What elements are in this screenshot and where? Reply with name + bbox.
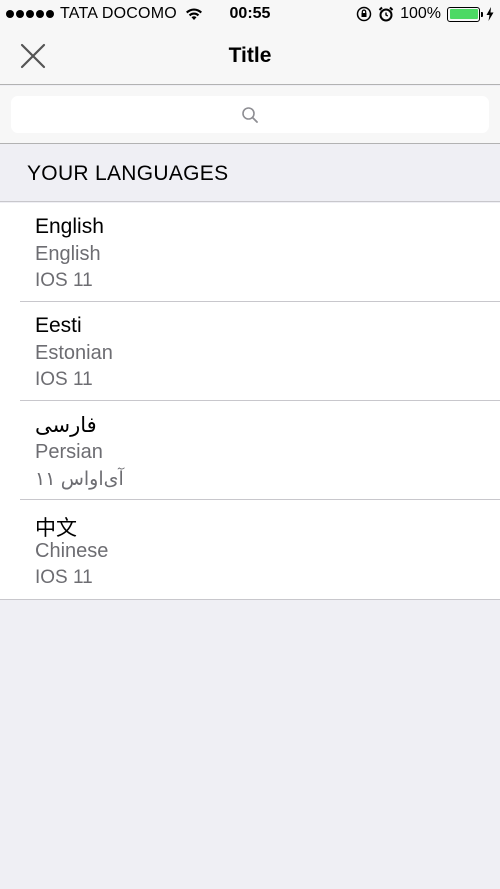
language-english-name: Persian bbox=[35, 441, 103, 463]
language-english-name: Chinese bbox=[35, 540, 109, 562]
status-right: 100% bbox=[356, 5, 494, 23]
orientation-lock-icon bbox=[356, 6, 372, 22]
search-bar bbox=[0, 86, 500, 144]
search-input[interactable] bbox=[11, 96, 489, 133]
language-row-persian[interactable]: فارسی Persian آی‌اواس ۱۱ bbox=[0, 401, 500, 500]
language-native-name: English bbox=[35, 215, 104, 238]
language-version: آی‌اواس ۱۱ bbox=[35, 469, 124, 490]
page-title: Title bbox=[228, 44, 272, 67]
language-version: IOS 11 bbox=[35, 567, 93, 588]
charging-bolt-icon bbox=[486, 7, 494, 21]
language-row-estonian[interactable]: Eesti Estonian IOS 11 bbox=[0, 302, 500, 401]
language-native-name: Eesti bbox=[35, 314, 82, 337]
search-icon bbox=[242, 106, 258, 123]
language-row-chinese[interactable]: 中文 Chinese IOS 11 bbox=[0, 500, 500, 599]
language-list: English English IOS 11 Eesti Estonian IO… bbox=[0, 203, 500, 600]
language-english-name: Estonian bbox=[35, 342, 113, 364]
section-title: YOUR LANGUAGES bbox=[27, 162, 229, 185]
language-native-name: 中文 bbox=[35, 517, 77, 540]
battery-icon bbox=[447, 6, 483, 22]
alarm-icon bbox=[378, 6, 394, 22]
section-header: YOUR LANGUAGES bbox=[0, 145, 500, 202]
language-native-name: فارسی bbox=[35, 414, 97, 437]
navigation-bar: Title bbox=[0, 28, 500, 85]
language-english-name: English bbox=[35, 243, 101, 265]
language-version: IOS 11 bbox=[35, 270, 93, 291]
battery-percentage: 100% bbox=[400, 5, 441, 22]
language-version: IOS 11 bbox=[35, 369, 93, 390]
language-row-english[interactable]: English English IOS 11 bbox=[0, 203, 500, 302]
status-bar: TATA DOCOMO 00:55 100% bbox=[0, 0, 500, 28]
